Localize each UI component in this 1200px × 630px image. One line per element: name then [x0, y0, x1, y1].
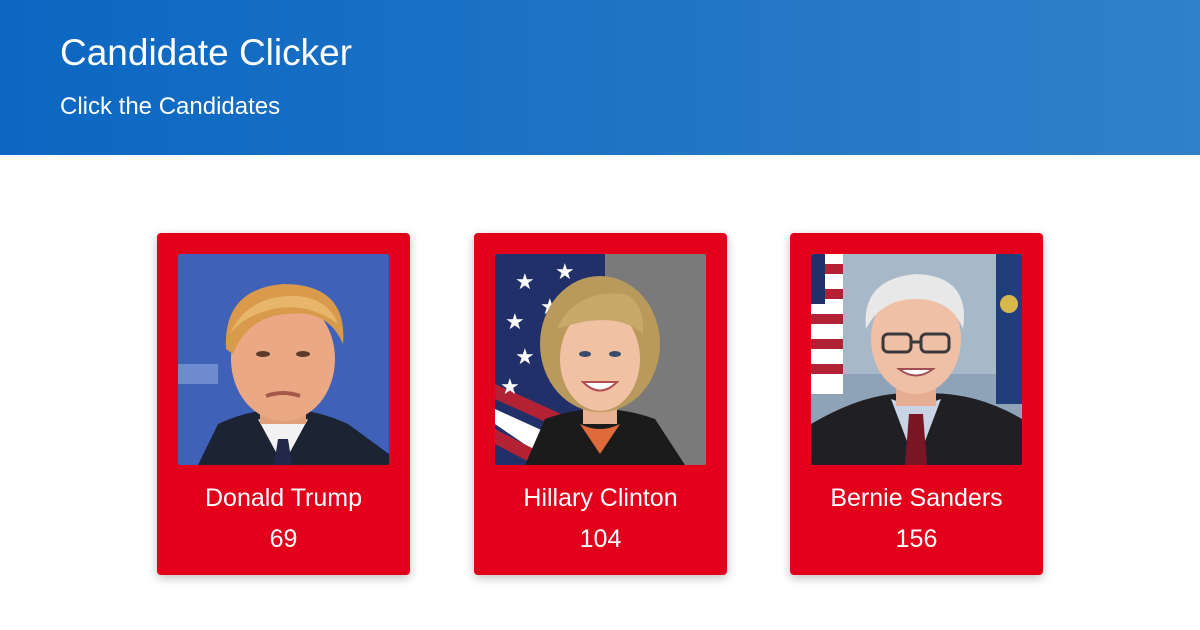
candidate-name: Hillary Clinton: [523, 484, 678, 512]
candidate-click-count: 69: [269, 525, 298, 553]
svg-text:★: ★: [515, 269, 535, 294]
svg-text:★: ★: [555, 259, 575, 284]
candidate-card-trump[interactable]: Donald Trump 69: [157, 233, 410, 575]
candidate-name: Bernie Sanders: [830, 484, 1003, 512]
page-subtitle: Click the Candidates: [60, 93, 281, 120]
candidate-click-count: 156: [895, 525, 938, 553]
candidate-cards: Donald Trump 69 ★ ★ ★ ★ ★ ★ Hillary Clin…: [0, 233, 1200, 575]
candidate-photo-trump[interactable]: [178, 254, 389, 465]
svg-text:★: ★: [515, 344, 535, 369]
candidate-card-sanders[interactable]: Bernie Sanders 156: [790, 233, 1043, 575]
candidate-name: Donald Trump: [204, 484, 363, 512]
candidate-card-clinton[interactable]: ★ ★ ★ ★ ★ ★ Hillary Clinton 104: [474, 233, 727, 575]
candidate-photo-clinton[interactable]: ★ ★ ★ ★ ★ ★: [495, 254, 706, 465]
page-header: Candidate Clicker Click the Candidates: [0, 0, 1200, 155]
candidate-click-count: 104: [579, 525, 622, 553]
candidate-photo-sanders[interactable]: [811, 254, 1022, 465]
svg-text:★: ★: [500, 374, 520, 399]
page-title: Candidate Clicker: [60, 32, 353, 73]
svg-text:★: ★: [505, 309, 525, 334]
